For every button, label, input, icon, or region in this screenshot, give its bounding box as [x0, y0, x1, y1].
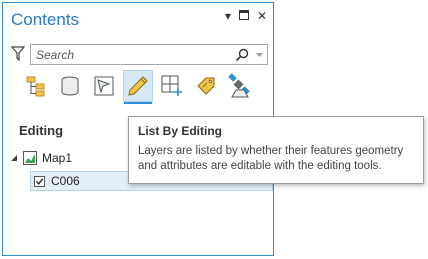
search-options-chevron-down-icon[interactable]	[256, 53, 263, 57]
layer-visibility-checkbox[interactable]	[34, 175, 45, 187]
tooltip-body: Layers are listed by whether their featu…	[138, 145, 404, 172]
label-tag-icon	[197, 77, 215, 95]
pencil-icon	[128, 76, 148, 96]
tooltip: List By Editing Layers are listed by whe…	[128, 116, 424, 184]
pane-title: Contents	[11, 10, 80, 29]
data-source-icon	[61, 76, 79, 96]
list-by-selection-button[interactable]	[89, 70, 119, 102]
satellite-icon	[228, 73, 250, 98]
layer-label: C006	[51, 174, 80, 188]
pane-window-buttons: ▾ ✕	[225, 9, 267, 23]
snapping-icon	[161, 75, 182, 96]
drawing-order-icon	[26, 76, 45, 97]
map-icon	[23, 151, 37, 165]
pane-options-dropdown-icon[interactable]: ▾	[225, 9, 231, 23]
close-icon[interactable]: ✕	[257, 9, 267, 23]
filter-icon[interactable]	[11, 46, 25, 62]
maximize-icon[interactable]	[238, 9, 249, 23]
tooltip-title: List By Editing	[138, 124, 222, 138]
list-by-labeling-button[interactable]	[191, 70, 221, 102]
map-label: Map1	[42, 151, 73, 165]
list-by-data-source-button[interactable]	[55, 70, 85, 102]
search-icon[interactable]	[235, 48, 249, 62]
list-by-drawing-order-button[interactable]	[21, 70, 51, 102]
checkmark-icon	[35, 177, 44, 185]
search-input[interactable]	[36, 47, 226, 62]
section-heading: Editing	[19, 123, 64, 138]
list-by-snapping-button[interactable]	[157, 70, 187, 102]
list-by-perspective-imagery-button[interactable]	[225, 70, 255, 102]
selection-icon	[94, 76, 114, 96]
expand-collapse-icon[interactable]	[9, 153, 19, 163]
search-box[interactable]	[30, 44, 268, 65]
list-by-editing-button[interactable]	[123, 70, 153, 104]
map-tree-node[interactable]: Map1	[9, 149, 72, 167]
